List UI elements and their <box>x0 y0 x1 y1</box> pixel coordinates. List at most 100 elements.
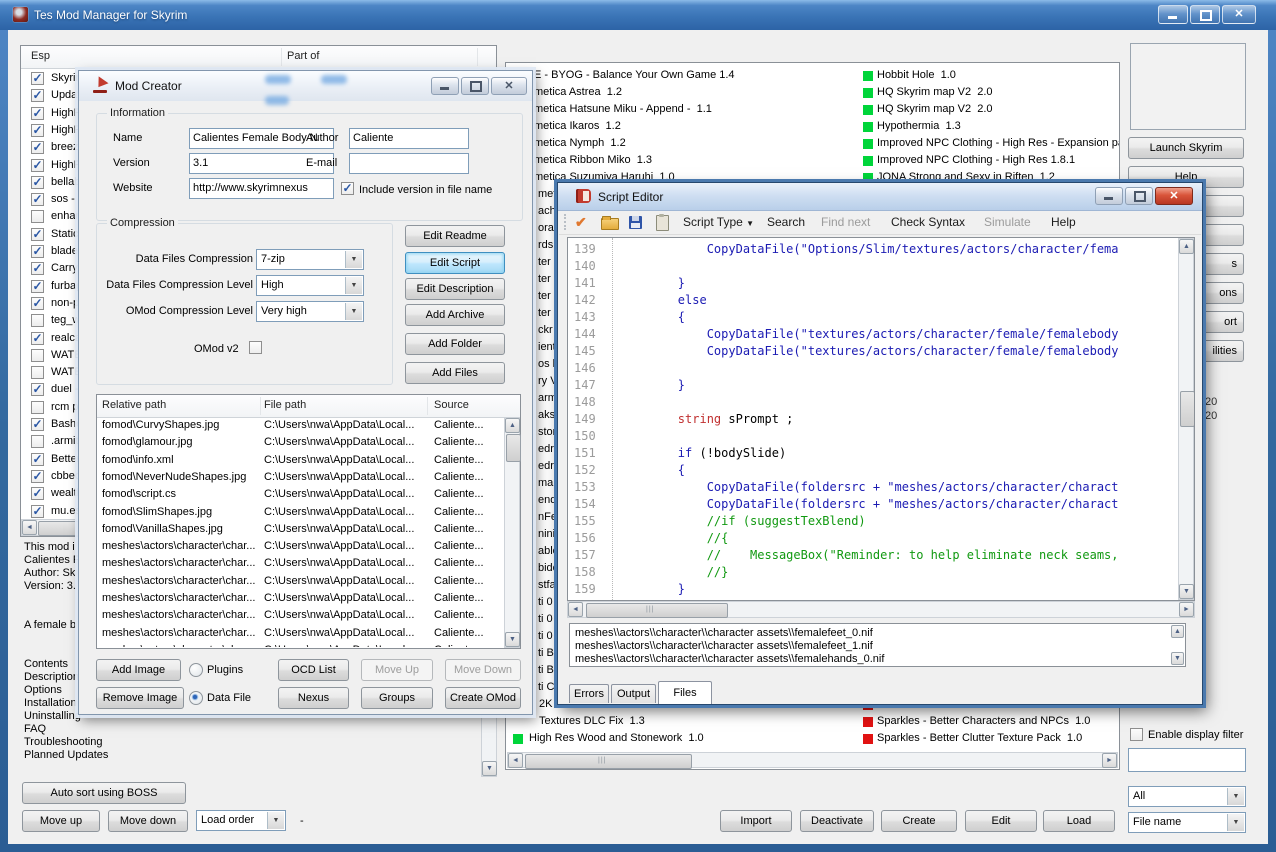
search-menu[interactable]: Search <box>767 215 805 229</box>
code-line[interactable]: 148 <box>568 394 1188 411</box>
column-separator[interactable] <box>281 48 282 66</box>
file-row[interactable]: fomod\info.xmlC:\Users\nwa\AppData\Local… <box>97 452 504 469</box>
move-up-button[interactable]: Move Up <box>361 659 433 681</box>
file-row[interactable]: fomod\CurvyShapes.jpgC:\Users\nwa\AppDat… <box>97 417 504 434</box>
code-line[interactable]: 145 CopyDataFile("textures/actors/charac… <box>568 343 1188 360</box>
find-next-menu[interactable]: Find next <box>821 215 870 229</box>
create-button[interactable]: Create <box>881 810 957 832</box>
code-line[interactable]: 147 } <box>568 377 1188 394</box>
code-hscrollbar[interactable]: ◄ ► ||| <box>567 601 1195 618</box>
esp-item-checkbox[interactable]: ✓ <box>31 453 44 466</box>
compression-combo[interactable]: High▼ <box>256 275 364 296</box>
edit-readme-button[interactable]: Edit Readme <box>405 225 505 247</box>
file-row[interactable]: fomod\SlimShapes.jpgC:\Users\nwa\AppData… <box>97 504 504 521</box>
deactivate-button[interactable]: Deactivate <box>800 810 874 832</box>
esp-item-checkbox[interactable]: ✓ <box>31 107 44 120</box>
code-line[interactable]: 143 { <box>568 309 1188 326</box>
esp-item-checkbox[interactable]: ✓ <box>31 487 44 500</box>
file-row[interactable]: fomod\VanillaShapes.jpgC:\Users\nwa\AppD… <box>97 521 504 538</box>
help-menu[interactable]: Help <box>1051 215 1076 229</box>
chevron-down-icon[interactable]: ▼ <box>345 251 362 268</box>
scroll-down-icon[interactable]: ▼ <box>1171 652 1184 665</box>
esp-item-checkbox[interactable] <box>31 435 44 448</box>
code-line[interactable]: 146 <box>568 360 1188 377</box>
esp-item-checkbox[interactable] <box>31 349 44 362</box>
file-row[interactable]: fomod\glamour.jpgC:\Users\nwa\AppData\Lo… <box>97 434 504 451</box>
chevron-down-icon[interactable]: ▼ <box>1227 788 1244 805</box>
tab-errors[interactable]: Errors <box>569 684 609 703</box>
edit-script-button[interactable]: Edit Script <box>405 252 505 274</box>
esp-item-checkbox[interactable]: ✓ <box>31 228 44 241</box>
esp-item-checkbox[interactable] <box>31 366 44 379</box>
simulate-menu[interactable]: Simulate <box>984 215 1031 229</box>
import-button[interactable]: Import <box>720 810 792 832</box>
mod-list-item[interactable]: Improved NPC Clothing - High Res 1.8.1 <box>506 153 1119 170</box>
add-image-button[interactable]: Add Image <box>96 659 181 681</box>
close-icon[interactable] <box>491 77 527 95</box>
code-line[interactable]: 151 if (!bodySlide) <box>568 445 1188 462</box>
create-omod-button[interactable]: Create OMod <box>445 687 521 709</box>
nexus-button[interactable]: Nexus <box>278 687 349 709</box>
edit-description-button[interactable]: Edit Description <box>405 278 505 300</box>
close-icon[interactable] <box>1222 5 1256 24</box>
esp-item-checkbox[interactable]: ✓ <box>31 262 44 275</box>
esp-item-checkbox[interactable]: ✓ <box>31 332 44 345</box>
close-icon[interactable] <box>1155 187 1193 205</box>
chevron-down-icon[interactable]: ▼ <box>345 277 362 294</box>
code-line[interactable]: 152 { <box>568 462 1188 479</box>
toolbar-grip[interactable] <box>564 214 569 230</box>
tab-output[interactable]: Output <box>611 684 656 703</box>
maximize-icon[interactable] <box>1125 187 1153 205</box>
column-header-part-of[interactable]: Part of <box>287 50 319 62</box>
column-header-source[interactable]: Source <box>434 399 469 411</box>
code-line[interactable]: 155 //if (suggestTexBlend) <box>568 513 1188 530</box>
email-field[interactable] <box>349 153 469 174</box>
move-down-button[interactable]: Move Down <box>445 659 521 681</box>
column-separator[interactable] <box>477 48 478 66</box>
display-filter-input[interactable] <box>1128 748 1246 772</box>
esp-item-checkbox[interactable]: ✓ <box>31 159 44 172</box>
esp-item-checkbox[interactable]: ✓ <box>31 141 44 154</box>
file-row[interactable]: meshes\actors\character\char...C:\Users\… <box>97 625 504 642</box>
modlist-hscrollbar[interactable]: ◄ ► ||| <box>507 752 1118 768</box>
enable-display-filter-checkbox[interactable] <box>1130 728 1143 741</box>
esp-item-checkbox[interactable] <box>31 314 44 327</box>
script-output-box[interactable]: meshes\\actors\\character\\character ass… <box>569 623 1186 667</box>
esp-item-checkbox[interactable]: ✓ <box>31 470 44 483</box>
tab-files[interactable]: Files <box>658 681 712 704</box>
compression-combo[interactable]: Very high▼ <box>256 301 364 322</box>
code-line[interactable]: 140 <box>568 258 1188 275</box>
check-syntax-menu[interactable]: Check Syntax <box>891 215 965 229</box>
column-header-esp[interactable]: Esp <box>31 50 50 62</box>
maximize-icon[interactable] <box>461 77 489 95</box>
code-line[interactable]: 149 string sPrompt ; <box>568 411 1188 428</box>
add-archive-button[interactable]: Add Archive <box>405 304 505 326</box>
file-row[interactable]: meshes\actors\character\char...C:\Users\… <box>97 607 504 624</box>
minimize-icon[interactable] <box>1095 187 1123 205</box>
code-line[interactable]: 142 else <box>568 292 1188 309</box>
ocd-list-button[interactable]: OCD List <box>278 659 349 681</box>
esp-item-checkbox[interactable]: ✓ <box>31 72 44 85</box>
auto-sort-boss-button[interactable]: Auto sort using BOSS <box>22 782 186 804</box>
remove-image-button[interactable]: Remove Image <box>96 687 184 709</box>
edit-button[interactable]: Edit <box>965 810 1037 832</box>
file-row[interactable]: meshes\actors\character\char...C:\Users\… <box>97 642 504 647</box>
code-line[interactable]: 141 } <box>568 275 1188 292</box>
groups-button[interactable]: Groups <box>361 687 433 709</box>
esp-item-checkbox[interactable]: ✓ <box>31 297 44 310</box>
file-list-vscrollbar[interactable]: ▲ ▼ <box>504 417 520 648</box>
code-line[interactable]: 156 //{ <box>568 530 1188 547</box>
esp-item-checkbox[interactable]: ✓ <box>31 176 44 189</box>
mod-list-item[interactable]: Hobbit Hole 1.0 <box>506 68 1119 85</box>
code-vscrollbar[interactable]: ▲ ▼ <box>1178 238 1194 600</box>
add-files-button[interactable]: Add Files <box>405 362 505 384</box>
column-header-relative-path[interactable]: Relative path <box>102 399 166 411</box>
code-line[interactable]: 153 CopyDataFile(foldersrc + "meshes/act… <box>568 479 1188 496</box>
esp-item-checkbox[interactable]: ✓ <box>31 418 44 431</box>
code-line[interactable]: 144 CopyDataFile("textures/actors/charac… <box>568 326 1188 343</box>
esp-item-checkbox[interactable]: ✓ <box>31 245 44 258</box>
maximize-icon[interactable] <box>1190 5 1220 24</box>
esp-item-checkbox[interactable]: ✓ <box>31 280 44 293</box>
code-line[interactable]: 150 <box>568 428 1188 445</box>
mod-creator-title-bar[interactable]: Mod Creator <box>79 71 532 101</box>
